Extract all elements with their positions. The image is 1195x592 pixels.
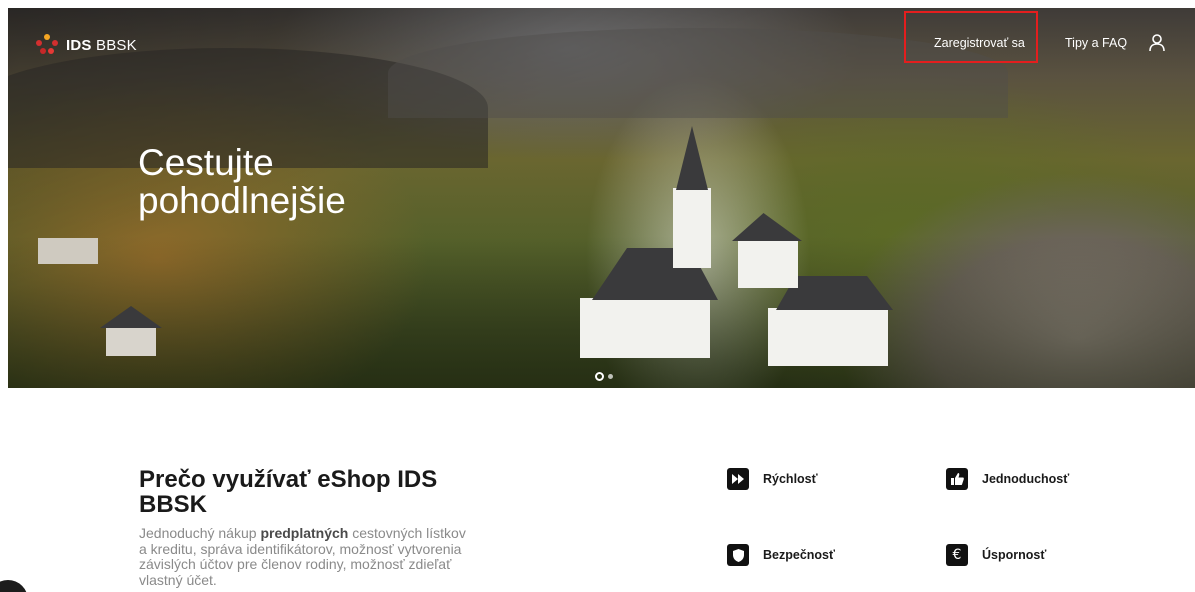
feature-label: Bezpečnosť [763,548,835,562]
carousel-indicators [595,372,613,381]
hero-banner: IDS BBSK Zaregistrovať sa Tipy a FAQ Ces… [8,8,1195,388]
feature-simplicity: Jednoduchosť [946,468,1069,490]
carousel-dot[interactable] [608,374,613,379]
ids-bbsk-logo[interactable]: IDS BBSK [34,34,137,56]
shield-icon [727,544,749,566]
fast-forward-icon [727,468,749,490]
feature-label: Jednoduchosť [982,472,1070,486]
hero-headline-line2: pohodlnejšie [138,180,346,221]
register-highlight-box [904,11,1038,63]
logo-text: IDS BBSK [66,36,137,54]
faq-link[interactable]: Tipy a FAQ [1065,36,1127,50]
feature-label: Úspornosť [982,548,1047,562]
feature-label: Rýchlosť [763,472,818,486]
hero-headline-line1: Cestujte [138,142,274,183]
hero-headline: Cestujte pohodlnejšie [138,144,346,220]
user-account-icon[interactable] [1148,33,1166,53]
section-title: Prečo využívať eShop IDS BBSK [139,466,438,518]
feature-speed: Rýchlosť [727,468,818,490]
feature-security: Bezpečnosť [727,544,835,566]
thumbs-up-icon [946,468,968,490]
chat-widget-button[interactable] [0,580,28,592]
section-description: Jednoduchý nákup predplatných cestovných… [139,525,466,588]
carousel-dot-active[interactable] [595,372,604,381]
logo-mark-icon [34,34,60,56]
feature-savings: € Úspornosť [946,544,1046,566]
euro-icon: € [946,544,968,566]
